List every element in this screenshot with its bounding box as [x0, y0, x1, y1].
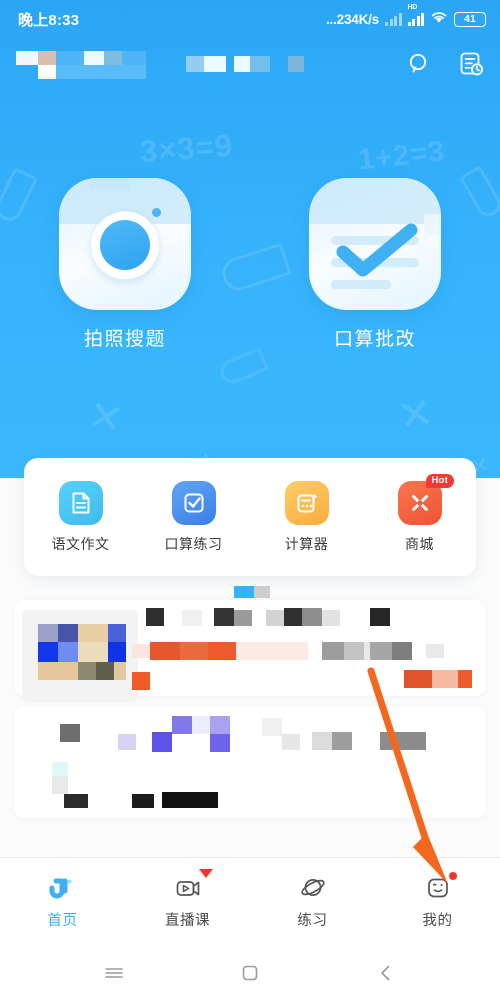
masked-thumbnail — [22, 610, 138, 702]
tab-practice-label: 练习 — [297, 913, 328, 929]
chevron-left-icon[interactable] — [368, 955, 404, 991]
hd-indicator: HD — [407, 4, 424, 26]
phone-screen: 3×3=9 1+2=3 ✕ ✕ ✕ ✕ 晚上8:33 ...234K/s HD — [0, 0, 500, 1000]
menu-icon[interactable] — [96, 955, 132, 991]
content-feed[interactable] — [0, 576, 500, 861]
document-icon — [58, 480, 103, 525]
quick-action-math-practice[interactable]: 口算练习 — [137, 480, 250, 554]
tab-live-class[interactable]: 直播课 — [125, 869, 250, 930]
masked-tag-3 — [288, 56, 304, 72]
deco-equation-2: 1+2=3 — [356, 135, 447, 177]
quick-action-label: 语文作文 — [51, 535, 110, 552]
masked-tag-2 — [234, 56, 270, 72]
quick-action-shop[interactable]: Hot 商城 — [363, 473, 476, 554]
feed-item-card[interactable] — [14, 600, 486, 702]
deco-multiply-icon-2: ✕ — [394, 388, 438, 441]
quick-action-label: 口算练习 — [164, 535, 223, 552]
masked-app-title — [16, 49, 146, 79]
quick-action-calculator[interactable]: 计算器 — [250, 480, 363, 554]
system-navigation-bar — [0, 945, 500, 1000]
entry-photo-search[interactable]: 拍照搜题 — [0, 178, 250, 351]
live-video-icon — [173, 869, 213, 903]
planet-practice-icon — [298, 873, 328, 903]
masked-text-block — [132, 608, 472, 690]
smiley-profile-icon — [423, 872, 457, 903]
deco-eraser-icon-2 — [217, 347, 269, 387]
entry-math-check-label: 口算批改 — [333, 329, 416, 350]
tab-mine[interactable]: 我的 — [375, 872, 500, 930]
quick-actions-card: 语文作文 口算练习 计算器 Hot 商城 — [24, 458, 476, 576]
hot-badge: Hot — [425, 473, 454, 488]
history-records-icon[interactable] — [456, 49, 486, 79]
network-speed: ...234K/s — [326, 11, 379, 27]
square-home-icon[interactable] — [232, 955, 268, 991]
notification-dot — [448, 872, 457, 880]
deco-multiply-icon-1: ✕ — [83, 390, 128, 445]
quick-action-label: 计算器 — [284, 535, 329, 552]
masked-tab-indicator — [234, 586, 270, 598]
entry-photo-search-label: 拍照搜题 — [83, 329, 166, 350]
deco-equation-1: 3×3=9 — [138, 127, 235, 170]
signal-bars-icon — [385, 12, 402, 26]
tab-home-label: 首页 — [47, 913, 78, 929]
status-time: 晚上8:33 — [18, 11, 80, 29]
home-icon — [48, 873, 78, 903]
search-icon[interactable] — [404, 49, 434, 79]
wifi-icon — [430, 10, 448, 28]
tab-practice[interactable]: 练习 — [250, 873, 375, 930]
check-paper-icon — [309, 178, 441, 310]
camera-icon — [59, 178, 191, 310]
quick-action-label: 商城 — [405, 535, 434, 552]
shop-icon: Hot — [397, 473, 454, 525]
status-bar: 晚上8:33 ...234K/s HD 41 — [0, 0, 500, 38]
feed-item-card[interactable] — [14, 706, 486, 818]
bottom-tab-bar: 首页 直播课 练习 我的 — [0, 857, 500, 945]
tab-home[interactable]: 首页 — [0, 873, 125, 930]
masked-text-block — [52, 716, 426, 808]
tab-live-class-label: 直播课 — [164, 913, 211, 929]
quick-action-chinese-composition[interactable]: 语文作文 — [24, 480, 137, 554]
tab-mine-label: 我的 — [422, 913, 453, 929]
battery-indicator: 41 — [454, 11, 486, 27]
signal-bars-icon-2 — [407, 12, 424, 26]
masked-tag-1 — [186, 56, 226, 72]
notification-marker — [198, 869, 213, 878]
checkbox-icon — [171, 480, 216, 525]
app-top-bar — [0, 40, 500, 88]
entry-math-check[interactable]: 口算批改 — [250, 178, 500, 351]
main-entry-row: 拍照搜题 口算批改 — [0, 178, 500, 351]
calculator-icon — [284, 480, 329, 525]
